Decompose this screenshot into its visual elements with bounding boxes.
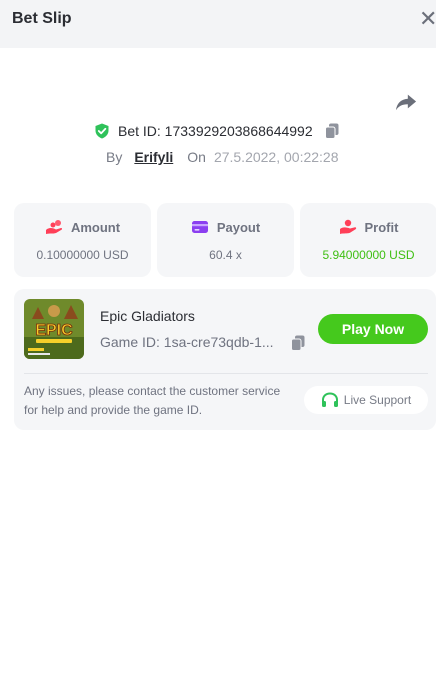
divider — [24, 373, 428, 374]
by-label: By — [106, 149, 123, 165]
share-icon[interactable] — [395, 92, 417, 112]
stat-label: Payout — [216, 219, 261, 235]
game-name: Epic Gladiators — [100, 308, 195, 324]
game-id: Game ID: 1sa-cre73qdb-1... — [100, 334, 274, 350]
stat-profit: Profit 5.94000000 USD — [300, 203, 436, 277]
close-icon[interactable]: ✕ — [419, 8, 436, 30]
bet-id: Bet ID: 1733929203868644992 — [118, 123, 313, 139]
coins-hand-icon — [45, 220, 62, 234]
shield-check-icon — [95, 123, 109, 139]
stat-label: Profit — [364, 219, 399, 235]
stat-value: 5.94000000 USD — [322, 248, 415, 262]
support-message: Any issues, please contact the customer … — [24, 384, 281, 417]
stat-payout: Payout 60.4 x — [157, 203, 294, 277]
username-link[interactable]: Erifyli — [134, 149, 173, 165]
header-bar: Bet Slip ✕ — [0, 0, 436, 48]
headphones-icon — [321, 392, 338, 407]
stat-amount: Amount 0.10000000 USD — [14, 203, 151, 277]
play-now-button[interactable]: Play Now — [318, 314, 428, 344]
page-title: Bet Slip — [12, 10, 72, 27]
live-support-label: Live Support — [343, 393, 412, 407]
bet-id-row: Bet ID: 1733929203868644992 — [94, 122, 339, 140]
game-thumbnail-art: EPIC — [24, 299, 84, 359]
bet-meta-row: By Erifyli On 27.5.2022, 00:22:28 — [106, 148, 339, 166]
game-card: EPIC Epic Gladiators Game ID: 1sa-cre73q… — [14, 289, 436, 430]
stat-value: 60.4 x — [209, 248, 242, 262]
live-support-button[interactable]: Live Support — [304, 386, 428, 414]
card-icon — [191, 221, 208, 233]
game-thumbnail[interactable]: EPIC — [24, 299, 84, 359]
stat-label: Amount — [70, 219, 121, 235]
thumbnail-title: EPIC — [35, 322, 73, 339]
copy-icon[interactable] — [291, 335, 305, 351]
bet-date: 27.5.2022, 00:22:28 — [213, 149, 339, 165]
hand-coin-icon — [339, 219, 356, 234]
stat-value: 0.10000000 USD — [36, 248, 129, 262]
on-label: On — [187, 149, 206, 165]
copy-icon[interactable] — [324, 123, 339, 139]
